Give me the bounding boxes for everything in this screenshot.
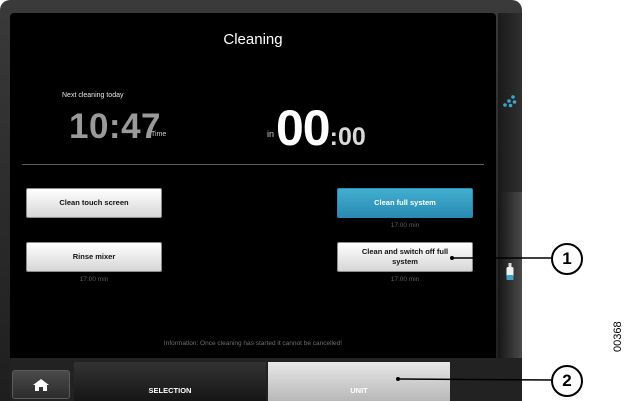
figure-code: 00368 bbox=[612, 321, 624, 352]
callout-leader-lines bbox=[396, 256, 553, 381]
callout-1: 1 bbox=[551, 243, 583, 275]
callout-2: 2 bbox=[551, 365, 583, 397]
